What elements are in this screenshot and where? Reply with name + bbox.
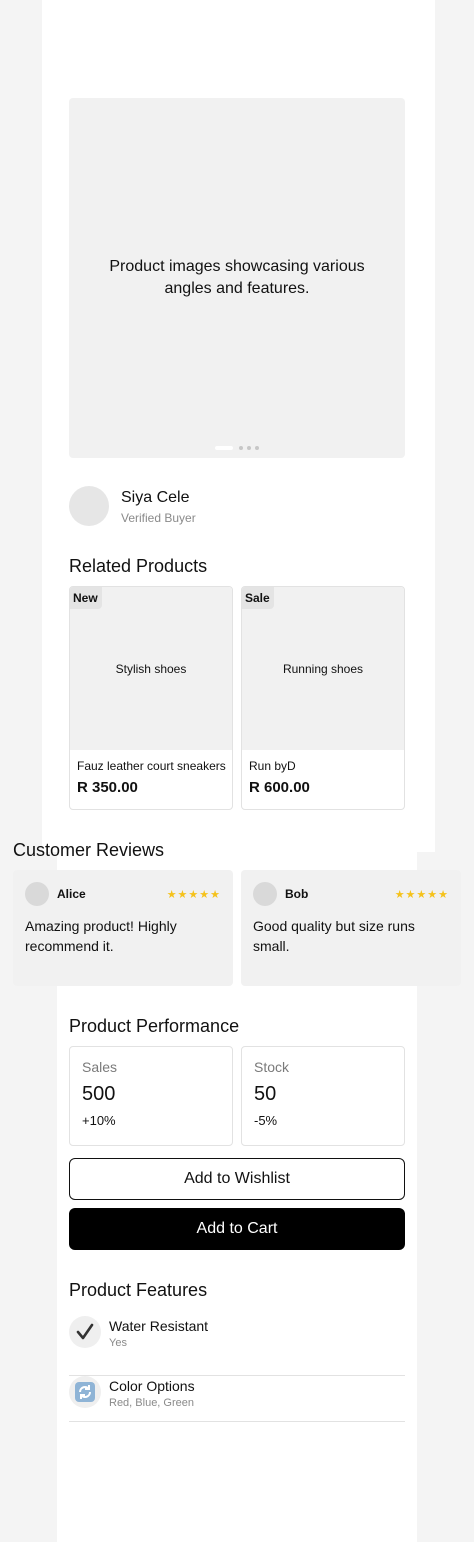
product-card[interactable]: Running shoes Sale Run byD R 600.00 — [241, 586, 405, 810]
carousel-dot[interactable] — [255, 446, 259, 450]
feature-value: Red, Blue, Green — [109, 1397, 194, 1409]
product-price: R 350.00 — [77, 779, 138, 796]
stock-stat-card: Stock 50 -5% — [241, 1046, 405, 1146]
product-image: Stylish shoes — [70, 587, 232, 750]
product-card[interactable]: Stylish shoes New Fauz leather court sne… — [69, 586, 233, 810]
feature-title: Color Options — [109, 1378, 195, 1394]
product-image-label: Running shoes — [282, 661, 364, 676]
new-badge: New — [70, 587, 102, 609]
stat-label: Stock — [254, 1059, 290, 1075]
related-products-title: Related Products — [69, 556, 208, 576]
star-rating: ★★★★★ — [166, 888, 221, 901]
carousel-dot[interactable] — [247, 446, 251, 450]
product-price: R 600.00 — [249, 779, 310, 796]
stat-change: -5% — [254, 1113, 278, 1128]
sale-badge: Sale — [242, 587, 274, 609]
product-features-title: Product Features — [69, 1280, 208, 1300]
add-to-cart-button[interactable]: Add to Cart — [69, 1208, 405, 1250]
avatar — [25, 882, 49, 906]
stat-label: Sales — [82, 1059, 118, 1075]
review-text: Good quality but size runs small. — [253, 918, 415, 954]
product-image-label: Stylish shoes — [115, 661, 187, 676]
product-performance-title: Product Performance — [69, 1016, 240, 1036]
gallery-caption: Product images showcasing various angles… — [109, 258, 365, 297]
refresh-icon — [69, 1376, 101, 1408]
review-text: Amazing product! Highly recommend it. — [25, 918, 177, 954]
product-name: Fauz leather court sneakers — [77, 759, 226, 773]
review-author: Alice — [57, 887, 86, 901]
feature-item: Water Resistant Yes — [69, 1316, 405, 1376]
review-card: Alice ★★★★★ Amazing product! Highly reco… — [13, 870, 233, 986]
carousel-dot[interactable] — [239, 446, 243, 450]
customer-reviews-title: Customer Reviews — [13, 840, 165, 860]
review-author: Bob — [285, 887, 309, 901]
feature-value: Yes — [109, 1337, 127, 1349]
product-image: Running shoes — [242, 587, 404, 750]
stat-value: 500 — [82, 1083, 116, 1105]
check-icon — [69, 1316, 101, 1348]
reviewer-info: Siya Cele Verified Buyer — [69, 486, 196, 526]
carousel-indicator — [69, 446, 405, 450]
stat-change: +10% — [82, 1113, 116, 1128]
product-name: Run byD — [249, 759, 296, 773]
reviewer-name: Siya Cele — [121, 488, 190, 506]
add-to-wishlist-button[interactable]: Add to Wishlist — [69, 1158, 405, 1200]
stat-value: 50 — [254, 1083, 277, 1105]
avatar — [253, 882, 277, 906]
verified-buyer-label: Verified Buyer — [121, 510, 196, 525]
feature-item: Color Options Red, Blue, Green — [69, 1376, 405, 1422]
product-image-carousel[interactable]: Product images showcasing various angles… — [69, 98, 405, 458]
sales-stat-card: Sales 500 +10% — [69, 1046, 233, 1146]
review-card: Bob ★★★★★ Good quality but size runs sma… — [241, 870, 461, 986]
feature-title: Water Resistant — [109, 1318, 209, 1334]
star-rating: ★★★★★ — [394, 888, 449, 901]
carousel-dot-active[interactable] — [215, 446, 233, 450]
avatar — [69, 486, 109, 526]
